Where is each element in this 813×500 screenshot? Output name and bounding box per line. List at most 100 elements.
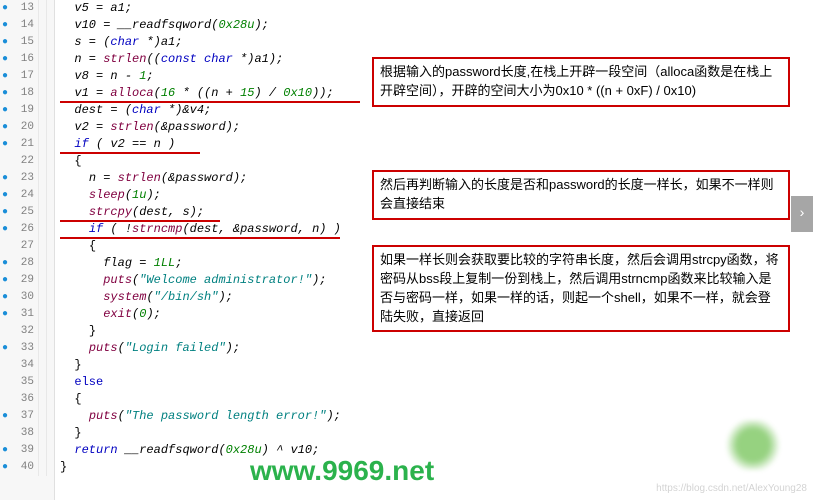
gutter-rows: ●13●14●15●16●17●18●19●20●2122●23●24●25●2…: [0, 0, 55, 476]
code-line: if ( !strncmp(dest, &password, n) ): [60, 221, 810, 238]
breakpoint-dot-icon[interactable]: ●: [0, 272, 10, 289]
gutter-row: ●28: [0, 255, 55, 272]
breakpoint-dot-icon[interactable]: ●: [0, 187, 10, 204]
breakpoint-dot-icon[interactable]: ●: [0, 68, 10, 85]
code-line: }: [60, 459, 810, 476]
gutter-row: 34: [0, 357, 55, 374]
breakpoint-dot-icon[interactable]: ●: [0, 340, 10, 357]
breakpoint-dot-icon[interactable]: ●: [0, 17, 10, 34]
emphasis-underline: [60, 220, 220, 222]
gutter-row: ●26: [0, 221, 55, 238]
gutter-row: 36: [0, 391, 55, 408]
breakpoint-dot-icon[interactable]: ●: [0, 136, 10, 153]
line-number: 38: [10, 425, 38, 442]
code-line: s = (char *)a1;: [60, 34, 810, 51]
emphasis-underline: [60, 101, 360, 103]
breakpoint-dot-icon[interactable]: ●: [0, 204, 10, 221]
chevron-right-icon: ›: [798, 206, 806, 222]
line-number: 33: [10, 340, 38, 357]
line-number: 25: [10, 204, 38, 221]
gutter-row: ●17: [0, 68, 55, 85]
gutter-row: ●40: [0, 459, 55, 476]
gutter-row: ●31: [0, 306, 55, 323]
gutter-row: ●33: [0, 340, 55, 357]
gutter-row: ●19: [0, 102, 55, 119]
code-line: {: [60, 391, 810, 408]
gutter-row: ●24: [0, 187, 55, 204]
breakpoint-dot-icon[interactable]: ●: [0, 289, 10, 306]
gutter-row: ●13: [0, 0, 55, 17]
line-number: 37: [10, 408, 38, 425]
breakpoint-dot-icon[interactable]: ●: [0, 85, 10, 102]
code-line: }: [60, 357, 810, 374]
breakpoint-dot-icon[interactable]: ●: [0, 442, 10, 459]
line-number: 20: [10, 119, 38, 136]
breakpoint-dot-icon[interactable]: ●: [0, 102, 10, 119]
gutter-row: ●15: [0, 34, 55, 51]
line-number: 17: [10, 68, 38, 85]
emphasis-underline: [60, 237, 340, 239]
annotation-3: 如果一样长则会获取要比较的字符串长度，然后会调用strcpy函数，将密码从bss…: [372, 245, 790, 332]
code-line: v5 = a1;: [60, 0, 810, 17]
csdn-credit: https://blog.csdn.net/AlexYoung28: [656, 483, 807, 494]
code-line: return __readfsqword(0x28u) ^ v10;: [60, 442, 810, 459]
code-line: {: [60, 153, 810, 170]
gutter-row: 38: [0, 425, 55, 442]
line-number: 15: [10, 34, 38, 51]
annotation-text: 根据输入的password长度,在栈上开辟一段空间（alloca函数是在栈上开辟…: [380, 64, 772, 98]
breakpoint-dot-icon[interactable]: ●: [0, 459, 10, 476]
gutter-row: 22: [0, 153, 55, 170]
line-number: 34: [10, 357, 38, 374]
gutter-row: ●29: [0, 272, 55, 289]
breakpoint-dot-icon[interactable]: ●: [0, 221, 10, 238]
line-number: 39: [10, 442, 38, 459]
gutter-row: 35: [0, 374, 55, 391]
line-number: 30: [10, 289, 38, 306]
gutter-row: ●39: [0, 442, 55, 459]
line-number: 13: [10, 0, 38, 17]
line-number: 28: [10, 255, 38, 272]
line-number: 19: [10, 102, 38, 119]
line-number: 23: [10, 170, 38, 187]
next-arrow-button[interactable]: ›: [791, 196, 813, 232]
line-number: 22: [10, 153, 38, 170]
breakpoint-dot-icon[interactable]: ●: [0, 119, 10, 136]
line-number: 26: [10, 221, 38, 238]
gutter-row: ●21: [0, 136, 55, 153]
code-line: puts("Login failed");: [60, 340, 810, 357]
line-number: 36: [10, 391, 38, 408]
line-number: 32: [10, 323, 38, 340]
line-number: 24: [10, 187, 38, 204]
gutter-row: 27: [0, 238, 55, 255]
watermark: www.9969.net: [250, 455, 434, 487]
line-number: 35: [10, 374, 38, 391]
line-number: 18: [10, 85, 38, 102]
line-number: 14: [10, 17, 38, 34]
code-line: v10 = __readfsqword(0x28u);: [60, 17, 810, 34]
code-line: else: [60, 374, 810, 391]
code-line: v2 = strlen(&password);: [60, 119, 810, 136]
breakpoint-dot-icon[interactable]: ●: [0, 170, 10, 187]
breakpoint-dot-icon[interactable]: ●: [0, 255, 10, 272]
annotation-1: 根据输入的password长度,在栈上开辟一段空间（alloca函数是在栈上开辟…: [372, 57, 790, 107]
code-line: if ( v2 == n ): [60, 136, 810, 153]
gutter-row: 32: [0, 323, 55, 340]
breakpoint-dot-icon[interactable]: ●: [0, 408, 10, 425]
gutter-row: ●30: [0, 289, 55, 306]
line-number: 29: [10, 272, 38, 289]
breakpoint-dot-icon[interactable]: ●: [0, 0, 10, 17]
line-number: 27: [10, 238, 38, 255]
line-number: 21: [10, 136, 38, 153]
emphasis-underline: [60, 152, 200, 154]
breakpoint-dot-icon[interactable]: ●: [0, 34, 10, 51]
breakpoint-dot-icon[interactable]: ●: [0, 306, 10, 323]
gutter-row: ●23: [0, 170, 55, 187]
line-number: 16: [10, 51, 38, 68]
breakpoint-dot-icon[interactable]: ●: [0, 51, 10, 68]
gutter-row: ●14: [0, 17, 55, 34]
code-line: }: [60, 425, 810, 442]
annotation-2: 然后再判断输入的长度是否和password的长度一样长，如果不一样则会直接结束: [372, 170, 790, 220]
line-number: 40: [10, 459, 38, 476]
gutter-row: ●20: [0, 119, 55, 136]
green-blob-decoration: [723, 420, 783, 470]
